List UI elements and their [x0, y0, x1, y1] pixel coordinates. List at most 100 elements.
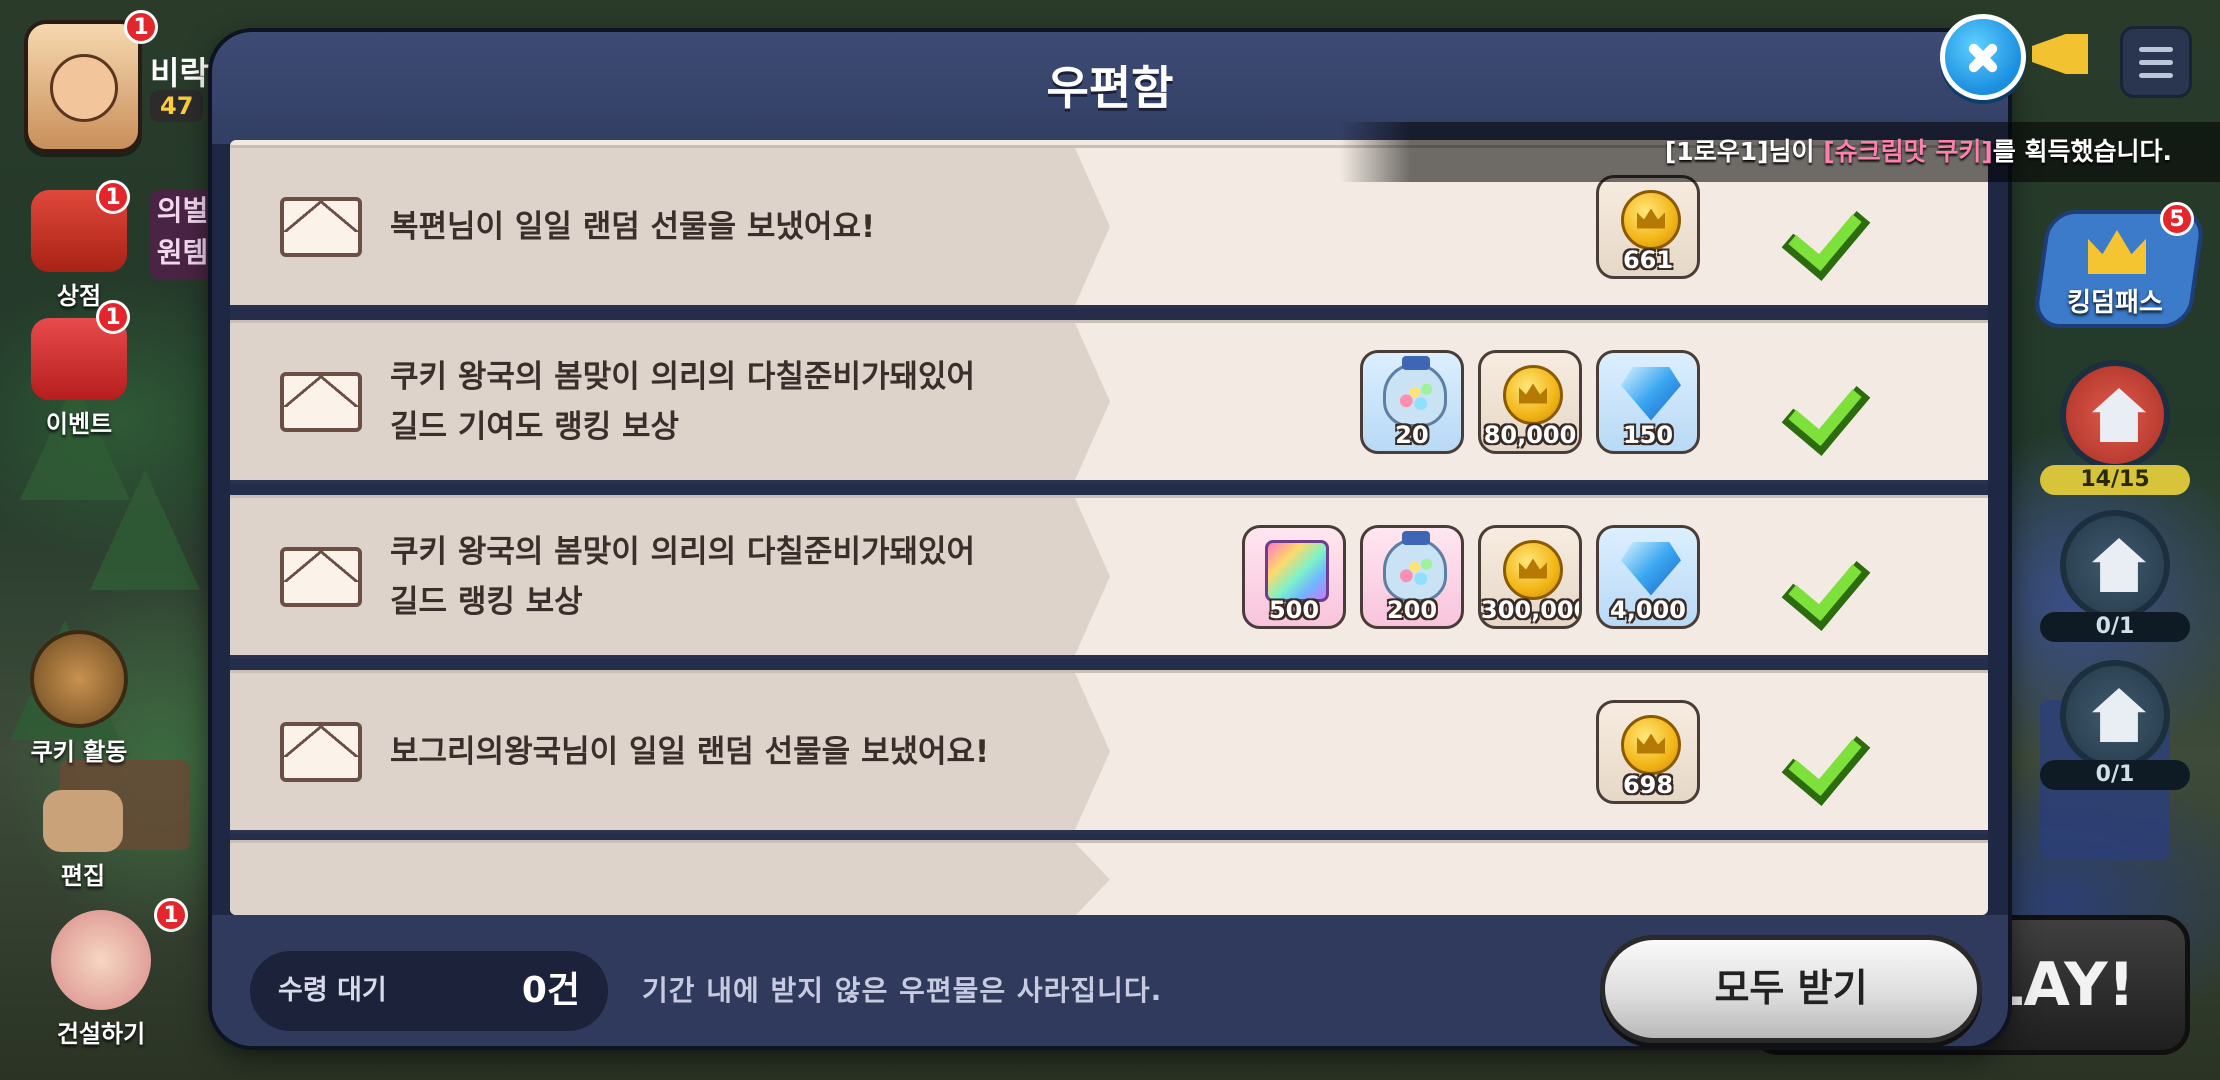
- mail-message: 복편님이 일일 랜덤 선물을 보냈어요!: [390, 148, 1090, 305]
- mail-row-partial: [230, 840, 1988, 915]
- house-icon: [2092, 388, 2146, 442]
- reward-amount: 500: [1268, 595, 1320, 624]
- reward-list: 698: [1596, 699, 1700, 804]
- house-slot-button[interactable]: [2060, 510, 2170, 620]
- mail-row[interactable]: 보그리의왕국님이 일일 랜덤 선물을 보냈어요! 698: [230, 670, 1988, 834]
- claim-all-button[interactable]: 모두 받기: [1600, 935, 1982, 1043]
- reward-amount: 661: [1622, 245, 1674, 274]
- reward-amount: 80,000: [1483, 420, 1577, 449]
- build-label: 건설하기: [56, 1020, 146, 1048]
- rainbow-cube-icon: [1265, 539, 1329, 602]
- announcement-horn-icon[interactable]: [2022, 20, 2102, 90]
- crown-coin-icon: [1621, 189, 1681, 250]
- envelope-icon: [280, 721, 362, 782]
- ticker-prefix: [1로우1]님이: [1664, 137, 1824, 166]
- shop-badge: 1: [96, 180, 130, 214]
- event-label: 이벤트: [45, 410, 113, 438]
- mail-message-line: 보그리의왕국님이 일일 랜덤 선물을 보냈어요!: [390, 733, 990, 770]
- mail-message-line: 쿠키 왕국의 봄맞이 의리의 다칠준비가돼있어: [390, 358, 976, 395]
- reward-amount: 200: [1386, 595, 1438, 624]
- menu-button[interactable]: [2120, 26, 2192, 98]
- event-button[interactable]: 이벤트: [14, 318, 144, 439]
- house-slot-counter: 14/15: [2040, 465, 2190, 495]
- cookie-activity-button[interactable]: 쿠키 활동: [14, 630, 144, 767]
- event-badge: 1: [96, 300, 130, 334]
- reward-item: 20: [1360, 349, 1464, 454]
- pending-counter: 수령 대기 0건: [250, 951, 608, 1031]
- expiry-notice: 기간 내에 받지 않은 우편물은 사라집니다.: [642, 974, 1163, 1007]
- gingerbread-icon: [30, 630, 128, 728]
- crystal-gem-icon: [1621, 541, 1681, 596]
- reward-list: 500 200 300,000 4,000: [1242, 524, 1700, 629]
- crown-coin-icon: [1503, 539, 1563, 600]
- candy-jar-icon: [1383, 355, 1447, 427]
- reward-item: 661: [1596, 174, 1700, 279]
- house-slot-button[interactable]: [2060, 360, 2170, 470]
- house-icon: [2092, 688, 2146, 742]
- envelope-icon: [280, 546, 362, 607]
- ticker-suffix: 를 획득했습니다.: [1992, 137, 2172, 166]
- pending-label: 수령 대기: [278, 975, 387, 1006]
- mailbox-modal: 우편함 복편님이 일일 랜덤 선물을 보냈어요! 661 쿠키 왕국의 봄맞이 의리…: [212, 32, 2008, 1046]
- reward-item: 150: [1596, 349, 1700, 454]
- claim-check-icon[interactable]: [1788, 370, 1868, 434]
- box-icon: [43, 790, 123, 852]
- reward-item: 4,000: [1596, 524, 1700, 629]
- acquisition-ticker: [1로우1]님이 [슈크림맛 쿠키]를 획득했습니다.: [1340, 122, 2220, 182]
- crystal-gem-icon: [1621, 366, 1681, 421]
- build-button[interactable]: 건설하기: [36, 910, 166, 1049]
- mail-list[interactable]: 복편님이 일일 랜덤 선물을 보냈어요! 661 쿠키 왕국의 봄맞이 의리의 다칠…: [230, 140, 1988, 915]
- mail-row[interactable]: 쿠키 왕국의 봄맞이 의리의 다칠준비가돼있어길드 랭킹 보상 500 200 300…: [230, 495, 1988, 659]
- mail-message: 쿠키 왕국의 봄맞이 의리의 다칠준비가돼있어길드 기여도 랭킹 보상: [390, 323, 1090, 480]
- mail-message: 보그리의왕국님이 일일 랜덤 선물을 보냈어요!: [390, 673, 1090, 830]
- mail-message-line: 쿠키 왕국의 봄맞이 의리의 다칠준비가돼있어: [390, 533, 976, 570]
- shop-label: 상점: [56, 282, 102, 310]
- player-avatar[interactable]: [24, 20, 142, 153]
- reward-amount: 4,000: [1610, 595, 1686, 624]
- house-slot-counter: 0/1: [2040, 612, 2190, 642]
- kingdom-pass-label: 킹덤패스: [2067, 288, 2163, 318]
- reward-amount: 150: [1622, 420, 1674, 449]
- mail-message: 쿠키 왕국의 봄맞이 의리의 다칠준비가돼있어길드 랭킹 보상: [390, 498, 1090, 655]
- claim-check-icon[interactable]: [1788, 545, 1868, 609]
- close-icon[interactable]: [1940, 14, 2026, 100]
- crown-coin-icon: [1503, 364, 1563, 425]
- house-slot-counter: 0/1: [2040, 760, 2190, 790]
- reward-amount: 698: [1622, 770, 1674, 799]
- candy-jar-icon: [1383, 530, 1447, 602]
- event-banner-text: 의벌 원템: [156, 194, 209, 269]
- cookie-activity-label: 쿠키 활동: [30, 738, 128, 766]
- builder-cookie-icon: [51, 910, 151, 1010]
- event-banner[interactable]: 의벌 원템: [150, 190, 215, 280]
- mail-message-line: 복편님이 일일 랜덤 선물을 보냈어요!: [390, 208, 876, 245]
- reward-item: 698: [1596, 699, 1700, 804]
- mail-message-line: 길드 랭킹 보상: [390, 583, 583, 620]
- mail-message-line: 길드 기여도 랭킹 보상: [390, 408, 680, 445]
- reward-item: 200: [1360, 524, 1464, 629]
- kingdom-pass-badge: 5: [2160, 202, 2194, 236]
- house-slot-button[interactable]: [2060, 660, 2170, 770]
- edit-label: 편집: [60, 862, 106, 890]
- player-name: 비락: [150, 54, 209, 92]
- envelope-icon: [280, 196, 362, 257]
- build-badge: 1: [154, 898, 188, 932]
- crown-coin-icon: [1621, 714, 1681, 775]
- pending-value: 0건: [521, 970, 580, 1011]
- envelope-icon: [280, 371, 362, 432]
- menu-icon: [2139, 46, 2173, 52]
- left-hud: 1 비락 47 상점 1 의벌 원템 이벤트 1 쿠키 활동 편집 건설하기 1: [0, 0, 215, 1080]
- mailbox-footer: 수령 대기 0건 기간 내에 받지 않은 우편물은 사라집니다. 모두 받기: [212, 915, 2008, 1046]
- edit-button[interactable]: 편집: [18, 790, 148, 891]
- mail-row[interactable]: 쿠키 왕국의 봄맞이 의리의 다칠준비가돼있어길드 기여도 랭킹 보상 20 80,…: [230, 320, 1988, 484]
- avatar-notification-badge: 1: [124, 10, 158, 44]
- reward-list: 661: [1596, 174, 1700, 279]
- reward-amount: 20: [1395, 420, 1429, 449]
- claim-check-icon[interactable]: [1788, 195, 1868, 259]
- claim-check-icon[interactable]: [1788, 720, 1868, 784]
- ticker-highlight: [슈크림맛 쿠키]: [1823, 137, 1993, 166]
- reward-item: 300,000: [1478, 524, 1582, 629]
- reward-amount: 300,000: [1481, 595, 1582, 624]
- player-level: 47: [150, 90, 204, 122]
- house-icon: [2092, 538, 2146, 592]
- reward-item: 80,000: [1478, 349, 1582, 454]
